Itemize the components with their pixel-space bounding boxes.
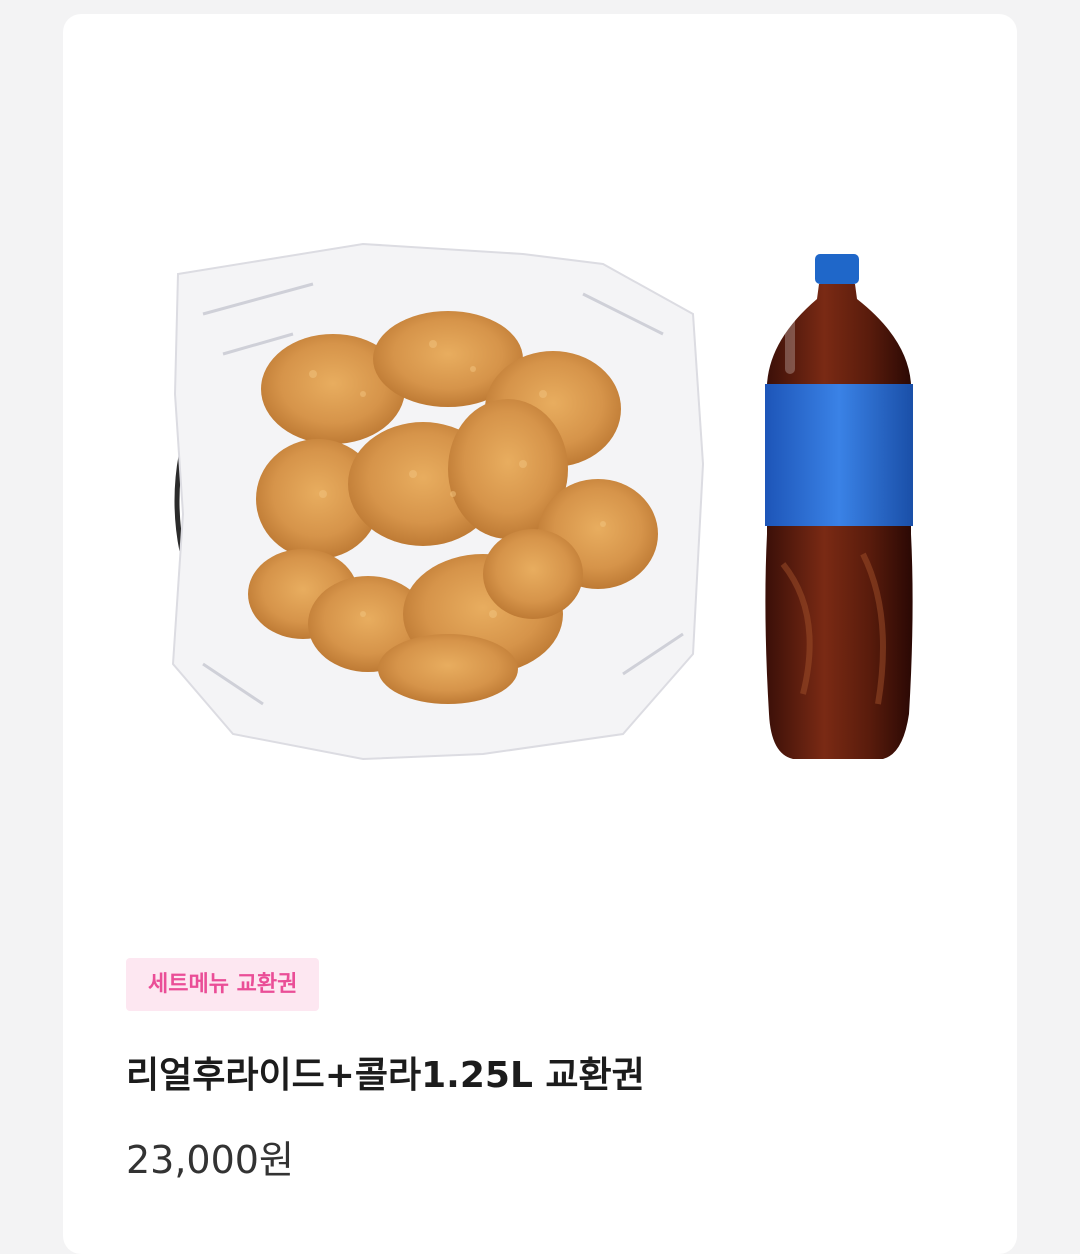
product-price: 23,000원 [126, 1138, 294, 1182]
product-image [63, 14, 1017, 934]
product-title: 리얼후라이드+콜라1.25L 교환권 [126, 1055, 645, 1096]
cola-bottle-graphic [765, 254, 913, 759]
category-badge: 세트메뉴 교환권 [126, 958, 320, 1011]
product-card[interactable]: 세트메뉴 교환권 리얼후라이드+콜라1.25L 교환권 23,000원 [63, 14, 1017, 1254]
